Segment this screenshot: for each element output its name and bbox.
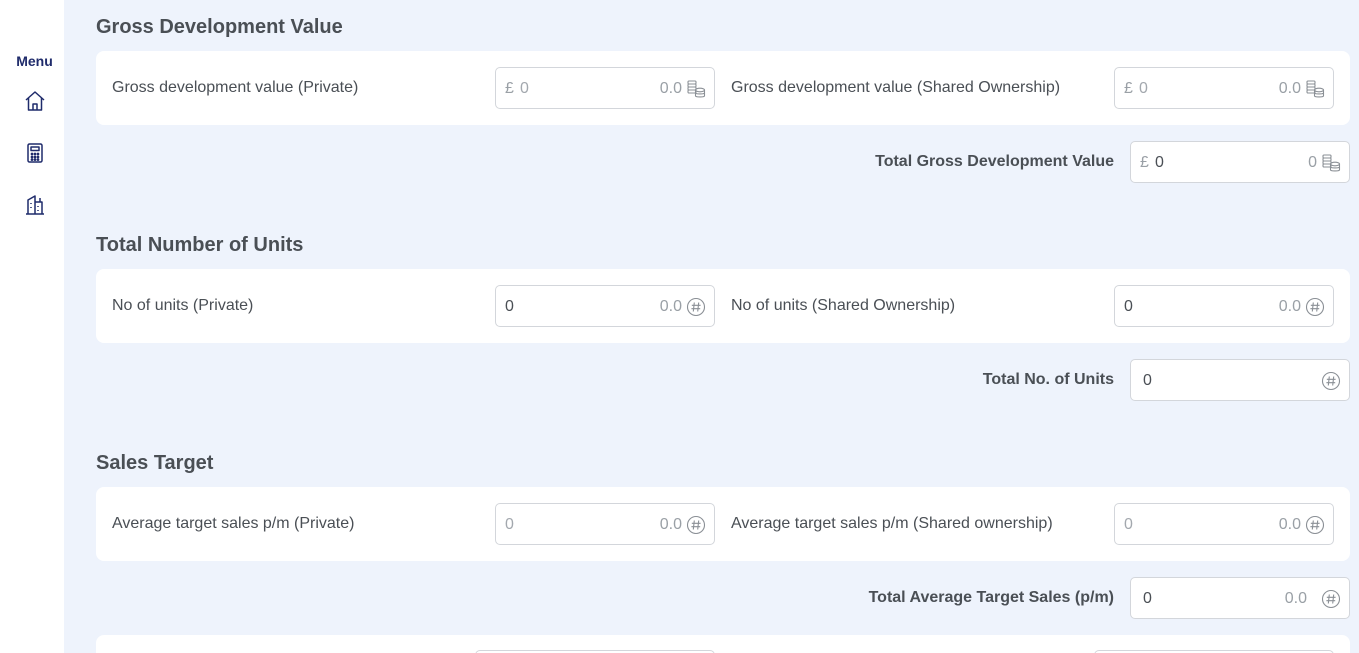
units-total-input[interactable]: 0 [1130, 359, 1350, 401]
gdv-total-label: Total Gross Development Value [875, 153, 1114, 170]
section-title-gdv: Gross Development Value [96, 16, 343, 38]
currency-prefix: £ [505, 80, 514, 97]
sales-shared-value: 0 [1124, 516, 1133, 533]
hash-icon [686, 297, 706, 317]
section-title-units: Total Number of Units [96, 234, 304, 256]
calculator-icon[interactable] [23, 141, 47, 165]
sales-shared-hint: 0.0 [1278, 516, 1301, 533]
sales-total-label: Total Average Target Sales (p/m) [868, 589, 1114, 606]
coins-icon [1321, 153, 1341, 173]
sales-private-label: Average target sales p/m (Private) [112, 515, 355, 532]
building-icon[interactable] [23, 193, 47, 217]
gdv-total-value: 0 [1155, 154, 1164, 171]
currency-prefix: £ [1140, 154, 1149, 171]
units-total-label: Total No. of Units [982, 371, 1114, 388]
home-icon[interactable] [23, 89, 47, 113]
units-card: No of units (Private) 0 0.0 No of units … [96, 269, 1350, 343]
main-content: Gross Development Value Gross developmen… [64, 0, 1359, 653]
units-total-value: 0 [1143, 372, 1152, 389]
units-private-label: No of units (Private) [112, 297, 254, 314]
units-private-value: 0 [505, 298, 514, 315]
gdv-private-hint: 0.0 [659, 80, 682, 97]
sales-total-hint: 0.0 [1284, 590, 1307, 607]
units-shared-label: No of units (Shared Ownership) [731, 297, 956, 314]
sales-total-input[interactable]: 0 0.0 [1130, 577, 1350, 619]
sales-private-hint: 0.0 [659, 516, 682, 533]
units-private-hint: 0.0 [659, 298, 682, 315]
units-shared-input[interactable]: 0 0.0 [1114, 285, 1334, 327]
sales-shared-input[interactable]: 0 0.0 [1114, 503, 1334, 545]
sales-shared-label: Average target sales p/m (Shared ownersh… [731, 515, 1053, 532]
section-title-sales: Sales Target [96, 452, 214, 474]
gdv-shared-label: Gross development value (Shared Ownershi… [731, 79, 1061, 96]
sidebar: Menu [0, 0, 64, 653]
gdv-shared-hint: 0.0 [1278, 80, 1301, 97]
gdv-private-value: 0 [520, 80, 529, 97]
sales-private-value: 0 [505, 516, 514, 533]
coins-icon [1305, 79, 1325, 99]
gdv-total-hint: 0 [1308, 154, 1317, 171]
sales-card: Average target sales p/m (Private) 0 0.0… [96, 487, 1350, 561]
units-shared-value: 0 [1124, 298, 1133, 315]
gdv-total-input[interactable]: £ 0 0 [1130, 141, 1350, 183]
sales-private-input[interactable]: 0 0.0 [495, 503, 715, 545]
coins-icon [686, 79, 706, 99]
gdv-shared-value: 0 [1139, 80, 1148, 97]
sales-total-value: 0 [1143, 590, 1152, 607]
hash-icon [1321, 371, 1341, 391]
gdv-private-label: Gross development value (Private) [112, 79, 359, 96]
units-shared-hint: 0.0 [1278, 298, 1301, 315]
hash-icon [1305, 515, 1325, 535]
gdv-card: Gross development value (Private) £ 0 0.… [96, 51, 1350, 125]
next-section-card [96, 635, 1350, 653]
menu-label: Menu [16, 53, 53, 69]
hash-icon [1321, 589, 1341, 609]
gdv-shared-input[interactable]: £ 0 0.0 [1114, 67, 1334, 109]
currency-prefix: £ [1124, 80, 1133, 97]
units-private-input[interactable]: 0 0.0 [495, 285, 715, 327]
hash-icon [1305, 297, 1325, 317]
gdv-private-input[interactable]: £ 0 0.0 [495, 67, 715, 109]
hash-icon [686, 515, 706, 535]
